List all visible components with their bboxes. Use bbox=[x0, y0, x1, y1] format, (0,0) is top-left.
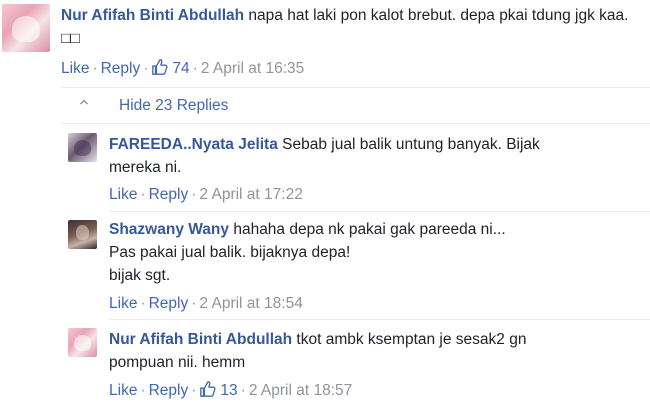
reply-body: FAREEDA..Nyata Jelita Sebab jual balik u… bbox=[109, 133, 639, 179]
like-count: 74 bbox=[172, 60, 190, 77]
reply-body: Shazwany Wany hahaha depa nk pakai gak p… bbox=[109, 218, 639, 287]
separator-dot: · bbox=[140, 295, 146, 312]
timestamp-link[interactable]: 2 April at 18:54 bbox=[199, 295, 302, 312]
separator-dot: · bbox=[143, 60, 149, 77]
reply-button[interactable]: Reply bbox=[101, 60, 141, 77]
divider bbox=[109, 211, 650, 212]
hide-replies-link[interactable]: Hide 23 Replies bbox=[119, 97, 228, 115]
separator-dot: · bbox=[191, 295, 197, 312]
reply-author-link[interactable]: Shazwany Wany bbox=[109, 221, 229, 238]
like-button[interactable]: Like bbox=[109, 186, 137, 203]
reply-text-line: bijak sgt. bbox=[109, 267, 171, 284]
chevron-up-icon[interactable] bbox=[79, 97, 89, 107]
divider bbox=[61, 123, 650, 124]
thumbs-up-icon bbox=[200, 381, 217, 397]
like-count-link[interactable]: 74 bbox=[151, 59, 190, 77]
reply-text-line: pompuan nii. hemm bbox=[109, 354, 246, 371]
reply-text-line: Pas pakai jual balik. bijaknya depa! bbox=[109, 244, 351, 261]
divider bbox=[61, 87, 650, 88]
avatar[interactable] bbox=[68, 328, 97, 357]
separator-dot: · bbox=[192, 60, 198, 77]
like-count: 13 bbox=[220, 382, 238, 399]
avatar[interactable] bbox=[68, 133, 97, 162]
separator-dot: · bbox=[240, 382, 246, 399]
separator-dot: · bbox=[191, 186, 197, 203]
like-button[interactable]: Like bbox=[109, 382, 137, 399]
reply-author-link[interactable]: Nur Afifah Binti Abdullah bbox=[109, 331, 292, 348]
reply-button[interactable]: Reply bbox=[149, 382, 189, 399]
comment-actions: Like · Reply · 74 · 2 April at 16:35 bbox=[61, 58, 304, 79]
comment-body: Nur Afifah Binti Abdullah napa hat laki … bbox=[61, 4, 636, 50]
reply-text-line: Sebab jual balik untung banyak. Bijak bbox=[282, 136, 540, 153]
avatar[interactable] bbox=[2, 4, 50, 52]
avatar[interactable] bbox=[68, 220, 97, 249]
thumbs-up-icon bbox=[152, 59, 169, 75]
reply-text-line: tkot ambk ksemptan je sesak2 gn bbox=[296, 331, 527, 348]
reply-text-line: hahaha depa nk pakai gak pareeda ni... bbox=[233, 221, 506, 238]
reply-text-line: mereka ni. bbox=[109, 159, 182, 176]
like-button[interactable]: Like bbox=[109, 295, 137, 312]
reply-button[interactable]: Reply bbox=[149, 295, 189, 312]
reply-author-link[interactable]: FAREEDA..Nyata Jelita bbox=[109, 136, 278, 153]
separator-dot: · bbox=[191, 382, 197, 399]
timestamp-link[interactable]: 2 April at 17:22 bbox=[199, 186, 302, 203]
divider bbox=[109, 319, 650, 320]
reply-actions: Like · Reply · 13 · 2 April at 18:57 bbox=[109, 380, 352, 401]
like-count-link[interactable]: 13 bbox=[199, 381, 238, 399]
separator-dot: · bbox=[140, 382, 146, 399]
like-button[interactable]: Like bbox=[61, 60, 89, 77]
separator-dot: · bbox=[92, 60, 98, 77]
reply-actions: Like · Reply · 2 April at 18:54 bbox=[109, 294, 303, 314]
reply-actions: Like · Reply · 2 April at 17:22 bbox=[109, 185, 303, 205]
separator-dot: · bbox=[140, 186, 146, 203]
timestamp-link[interactable]: 2 April at 16:35 bbox=[201, 60, 304, 77]
reply-body: Nur Afifah Binti Abdullah tkot ambk ksem… bbox=[109, 328, 639, 374]
reply-button[interactable]: Reply bbox=[149, 186, 189, 203]
timestamp-link[interactable]: 2 April at 18:57 bbox=[249, 382, 352, 399]
comment-author-link[interactable]: Nur Afifah Binti Abdullah bbox=[61, 7, 244, 24]
